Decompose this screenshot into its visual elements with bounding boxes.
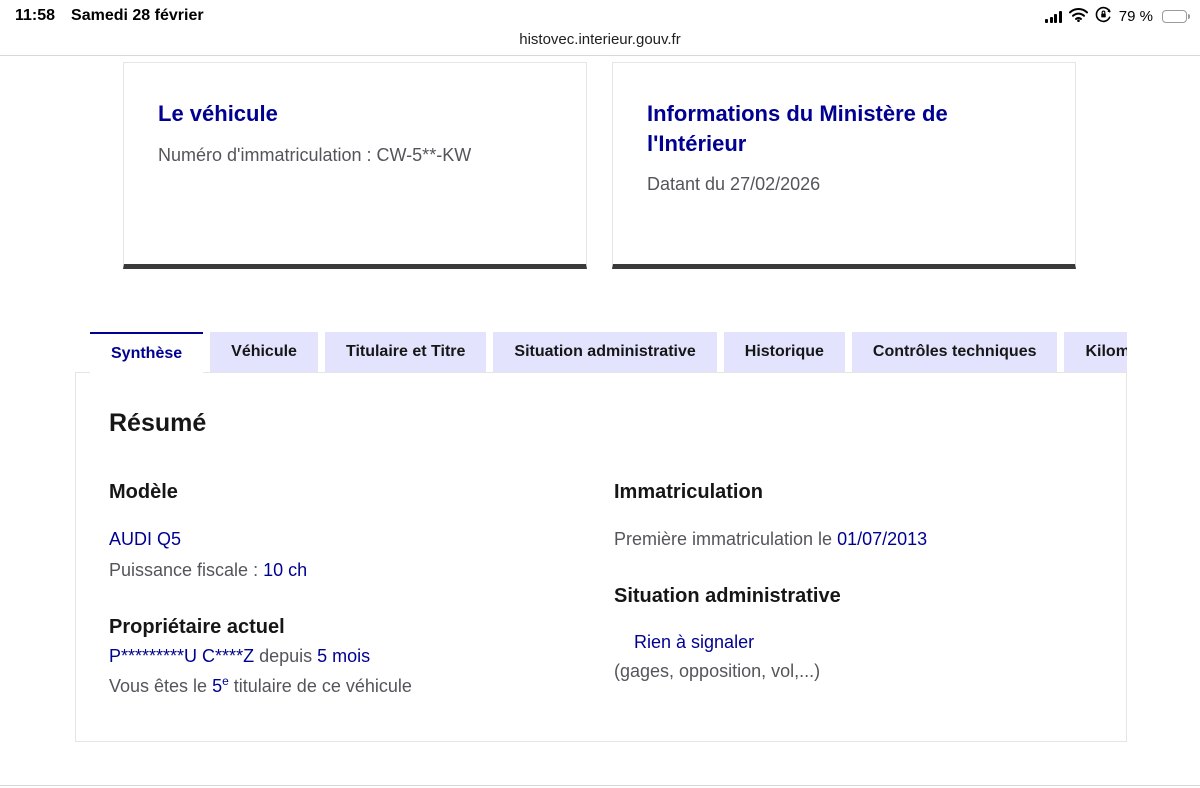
first-registration-label: Première immatriculation le	[614, 529, 838, 549]
holder-rank-suffix: e	[222, 673, 229, 688]
tab-synthese[interactable]: Synthèse	[90, 332, 204, 373]
battery-icon	[1160, 10, 1190, 23]
registration-number: CW-5**-KW	[376, 144, 472, 165]
statusbar-left: 11:58 Samedi 28 février	[15, 7, 204, 25]
rotation-lock-icon	[1095, 6, 1112, 27]
fiscal-power-label: Puissance fiscale :	[109, 560, 264, 581]
admin-status-value: Rien à signaler	[634, 632, 755, 653]
tab-vehicule[interactable]: Véhicule	[210, 332, 318, 372]
vehicle-registration-line: Numéro d'immatriculation : CW-5**-KW	[158, 143, 552, 168]
footer-divider	[0, 785, 1200, 786]
admin-status-note: (gages, opposition, vol,...)	[614, 660, 821, 681]
owner-since-label: depuis	[254, 645, 318, 666]
wifi-icon	[1068, 7, 1088, 26]
tab-historique[interactable]: Historique	[723, 332, 845, 372]
fiscal-power-line: Puissance fiscale : 10 ch	[109, 558, 614, 582]
model-heading: Modèle	[109, 481, 178, 503]
owner-line: P*********U C****Z depuis 5 mois	[109, 644, 614, 668]
summary-cards: Le véhicule Numéro d'immatriculation : C…	[123, 62, 1076, 269]
first-registration-line: Première immatriculation le 01/07/2013	[614, 527, 1093, 551]
owner-heading: Propriétaire actuel	[109, 615, 285, 638]
battery-percent: 79 %	[1118, 8, 1153, 25]
admin-status-heading: Situation administrative	[614, 585, 841, 608]
holder-prefix: Vous êtes le	[109, 675, 213, 696]
ios-toolbar: 11:58 Samedi 28 février 79 % histovec.in…	[0, 0, 1200, 56]
holder-suffix: titulaire de ce véhicule	[228, 675, 412, 696]
cellular-signal-icon	[1045, 10, 1062, 23]
panel-right-column: Immatriculation Première immatriculation…	[614, 480, 1093, 698]
holder-line: Vous êtes le 5e titulaire de ce véhicule	[109, 673, 614, 698]
holder-rank: 5	[212, 675, 223, 696]
panel-title: Résumé	[109, 409, 207, 437]
vehicle-card: Le véhicule Numéro d'immatriculation : C…	[123, 62, 587, 269]
tab-titulaire-et-titre[interactable]: Titulaire et Titre	[324, 332, 487, 372]
fiscal-power-value: 10 ch	[263, 560, 308, 581]
synthese-panel: Résumé Modèle AUDI Q5 Puissance fiscale …	[75, 372, 1127, 742]
ministry-card: Informations du Ministère de l'Intérieur…	[612, 62, 1076, 269]
ministry-date-line: Datant du 27/02/2026	[647, 174, 821, 195]
tab-controles-techniques[interactable]: Contrôles techniques	[851, 332, 1058, 372]
tab-situation-administrative[interactable]: Situation administrative	[493, 332, 717, 372]
url-bar[interactable]: histovec.interieur.gouv.fr	[0, 31, 1200, 48]
statusbar-right: 79 %	[1045, 6, 1190, 27]
date: Samedi 28 février	[71, 7, 204, 24]
first-registration-date: 01/07/2013	[837, 529, 928, 549]
tab-bar: Synthèse Véhicule Titulaire et Titre Sit…	[75, 332, 1127, 373]
model-name: AUDI Q5	[109, 529, 182, 549]
ministry-card-title: Informations du Ministère de l'Intérieur	[647, 101, 948, 156]
vehicle-card-title: Le véhicule	[158, 101, 278, 126]
registration-label: Numéro d'immatriculation :	[158, 144, 377, 165]
panel-left-column: Modèle AUDI Q5 Puissance fiscale : 10 ch…	[109, 480, 614, 698]
owner-name: P*********U C****Z	[109, 645, 255, 666]
registration-heading: Immatriculation	[614, 481, 763, 503]
owner-since-value: 5 mois	[317, 645, 371, 666]
tab-kilometrage[interactable]: Kilométrage	[1064, 332, 1127, 372]
clock: 11:58	[15, 7, 56, 24]
